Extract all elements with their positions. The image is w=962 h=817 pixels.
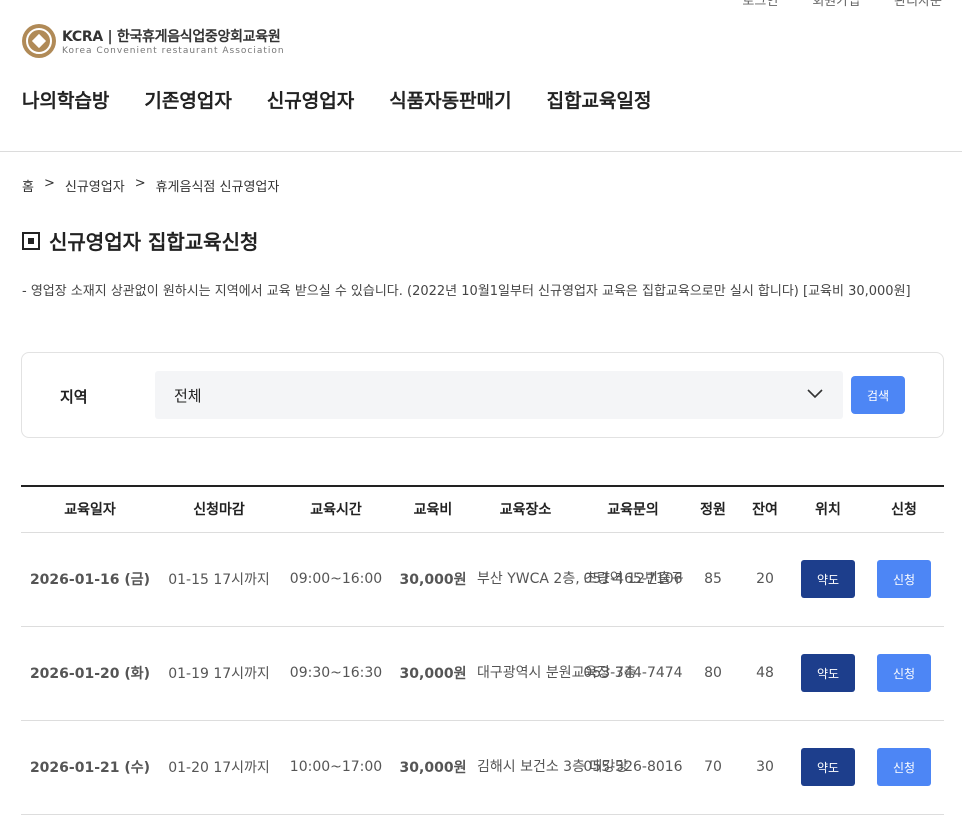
header-divider <box>0 151 962 152</box>
row-deadline: 01-15 17시까지 <box>159 532 279 627</box>
schedule-table: 교육일자 신청마감 교육시간 교육비 교육장소 교육문의 정원 잔여 위치 신청… <box>21 485 944 815</box>
header-deadline: 신청마감 <box>159 486 279 533</box>
header-capacity: 정원 <box>688 486 738 533</box>
breadcrumb-separator: > <box>134 176 146 191</box>
admin-link[interactable]: 관리자문 <box>894 0 942 9</box>
table-row: 2026-01-16 (금) 01-15 17시까지 09:00~16:00 3… <box>21 532 944 627</box>
row-capacity: 85 <box>688 532 738 627</box>
main-nav: 나의학습방 기존영업자 신규영업자 식품자동판매기 집합교육일정 <box>22 86 651 113</box>
row-deadline: 01-20 17시까지 <box>159 720 279 815</box>
header-contact: 교육문의 <box>578 486 688 533</box>
row-location-cell: 약도 <box>792 626 864 721</box>
row-phone: 053-744-7474 <box>578 626 688 721</box>
row-date: 2026-01-20 (화) <box>21 626 159 721</box>
header-date: 교육일자 <box>21 486 159 533</box>
logo-emblem-icon <box>22 24 56 58</box>
page-title-text: 신규영업자 집합교육신청 <box>49 230 259 254</box>
row-fee: 30,000원 <box>393 720 473 815</box>
row-time: 09:30~16:30 <box>279 626 393 721</box>
utility-links: 로그인 회원가입 관리자문 <box>742 0 942 9</box>
row-time: 09:00~16:00 <box>279 532 393 627</box>
region-selected-value: 전체 <box>174 386 202 405</box>
logo-text: KCRA | 한국휴게음식업중앙회교육원 Korea Convenient re… <box>62 26 285 56</box>
page-title: 신규영업자 집합교육신청 <box>22 226 258 255</box>
apply-button[interactable]: 신청 <box>877 654 931 692</box>
logo-title: KCRA | 한국휴게음식업중앙회교육원 <box>62 29 281 45</box>
table-row: 2026-01-21 (수) 01-20 17시까지 10:00~17:00 3… <box>21 720 944 815</box>
row-remaining: 30 <box>738 720 792 815</box>
row-fee: 30,000원 <box>393 626 473 721</box>
map-button[interactable]: 약도 <box>801 748 855 786</box>
row-phone: 051-465-7106 <box>578 532 688 627</box>
breadcrumb-home[interactable]: 홈 <box>22 176 34 195</box>
login-link[interactable]: 로그인 <box>742 0 778 9</box>
row-deadline: 01-19 17시까지 <box>159 626 279 721</box>
header-time: 교육시간 <box>279 486 393 533</box>
table-row: 2026-01-20 (화) 01-19 17시까지 09:30~16:30 3… <box>21 626 944 721</box>
breadcrumb-separator: > <box>43 176 55 191</box>
row-capacity: 80 <box>688 626 738 721</box>
breadcrumb-current: 휴게음식점 신규영업자 <box>155 180 280 195</box>
header-place: 교육장소 <box>473 486 578 533</box>
row-capacity: 70 <box>688 720 738 815</box>
header-remaining: 잔여 <box>738 486 792 533</box>
header-location: 위치 <box>792 486 864 533</box>
row-place: 김해시 보건소 3층 대강당 <box>473 720 628 815</box>
header-apply: 신청 <box>864 486 944 533</box>
row-date: 2026-01-21 (수) <box>21 720 159 815</box>
site-logo[interactable]: KCRA | 한국휴게음식업중앙회교육원 Korea Convenient re… <box>22 24 285 58</box>
region-select[interactable]: 전체 <box>155 371 843 419</box>
row-place: 대구광역시 분원교육장 3층 <box>473 626 637 721</box>
apply-button[interactable]: 신청 <box>877 560 931 598</box>
breadcrumb: 홈 > 신규영업자 > 휴게음식점 신규영업자 <box>22 176 279 195</box>
row-location-cell: 약도 <box>792 532 864 627</box>
row-remaining: 48 <box>738 626 792 721</box>
row-apply-cell: 신청 <box>864 720 944 815</box>
nav-existing-business[interactable]: 기존영업자 <box>144 86 231 113</box>
table-header-row: 교육일자 신청마감 교육시간 교육비 교육장소 교육문의 정원 잔여 위치 신청 <box>21 486 944 533</box>
search-panel: 지역 전체 검색 <box>21 352 944 438</box>
row-phone: 055-326-8016 <box>578 720 688 815</box>
square-bullet-icon <box>22 231 40 250</box>
apply-button[interactable]: 신청 <box>877 748 931 786</box>
breadcrumb-new-business[interactable]: 신규영업자 <box>65 176 125 195</box>
row-apply-cell: 신청 <box>864 626 944 721</box>
chevron-down-icon <box>807 389 823 399</box>
nav-vending-machine[interactable]: 식품자동판매기 <box>389 86 511 113</box>
row-fee: 30,000원 <box>393 532 473 627</box>
nav-new-business[interactable]: 신규영업자 <box>267 86 354 113</box>
map-button[interactable]: 약도 <box>801 654 855 692</box>
nav-my-study[interactable]: 나의학습방 <box>22 86 109 113</box>
row-apply-cell: 신청 <box>864 532 944 627</box>
search-button[interactable]: 검색 <box>851 376 905 414</box>
row-place: 부산 YWCA 2층, 초량역 12번출구 <box>473 532 684 627</box>
row-time: 10:00~17:00 <box>279 720 393 815</box>
map-button[interactable]: 약도 <box>801 560 855 598</box>
signup-link[interactable]: 회원가입 <box>812 0 860 9</box>
logo-subtitle: Korea Convenient restaurant Association <box>62 46 285 56</box>
notice-text: - 영업장 소재지 상관없이 원하시는 지역에서 교육 받으실 수 있습니다. … <box>22 284 911 299</box>
row-date: 2026-01-16 (금) <box>21 532 159 627</box>
row-remaining: 20 <box>738 532 792 627</box>
row-location-cell: 약도 <box>792 720 864 815</box>
region-label: 지역 <box>60 388 88 406</box>
header-fee: 교육비 <box>393 486 473 533</box>
nav-group-schedule[interactable]: 집합교육일정 <box>547 86 652 113</box>
